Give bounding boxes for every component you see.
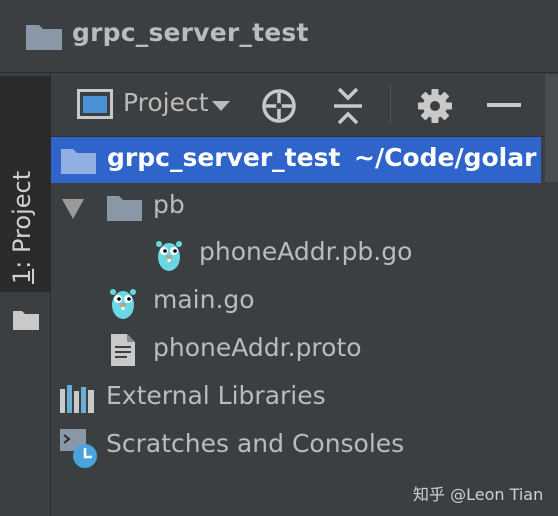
watermark: 知乎 @Leon Tian bbox=[413, 485, 544, 504]
title-bar: grpc_server_test bbox=[0, 0, 558, 73]
collapse-all-icon[interactable] bbox=[330, 87, 366, 125]
root-path: ~/Code/golar bbox=[354, 143, 537, 172]
scrollbar-thumb[interactable] bbox=[545, 74, 558, 182]
gopher-file-icon bbox=[156, 241, 182, 271]
tree-row-main-go[interactable]: main.go bbox=[51, 281, 541, 327]
libraries-icon bbox=[60, 385, 94, 413]
scrollbar-track[interactable] bbox=[541, 137, 558, 516]
chevron-down-icon[interactable] bbox=[212, 101, 230, 111]
tree-row-phoneaddr-pb-go[interactable]: phoneAddr.pb.go bbox=[51, 233, 541, 279]
tree-item-label: phoneAddr.proto bbox=[153, 333, 362, 362]
tree-item-label: main.go bbox=[153, 285, 255, 314]
tree-item-label: phoneAddr.pb.go bbox=[199, 237, 413, 266]
expand-arrow-icon[interactable] bbox=[62, 199, 84, 219]
tree-item-label: External Libraries bbox=[106, 381, 326, 410]
project-tab-label: 1: Project bbox=[8, 170, 36, 284]
project-toolbar: Project bbox=[51, 74, 558, 137]
tree-row-external-libraries[interactable]: External Libraries bbox=[51, 377, 541, 423]
window-title: grpc_server_test bbox=[72, 18, 309, 47]
tree-row-pb[interactable]: pb bbox=[51, 186, 541, 232]
locate-icon[interactable] bbox=[261, 88, 297, 124]
folder-icon bbox=[13, 311, 39, 330]
gopher-file-icon bbox=[110, 289, 136, 319]
folder-icon bbox=[26, 25, 62, 50]
project-view-selector[interactable]: Project bbox=[123, 88, 209, 117]
tree-row-phoneaddr-proto[interactable]: phoneAddr.proto bbox=[51, 329, 541, 375]
tree-item-label: Scratches and Consoles bbox=[106, 429, 405, 458]
root-name: grpc_server_test bbox=[107, 143, 341, 172]
toolbar-separator bbox=[390, 84, 391, 124]
scratches-icon bbox=[60, 429, 97, 468]
text-file-icon bbox=[111, 334, 135, 366]
project-view-icon bbox=[77, 89, 113, 119]
tree-item-label: pb bbox=[153, 190, 185, 219]
tree-row-scratches-consoles[interactable]: Scratches and Consoles bbox=[51, 425, 541, 471]
folder-icon bbox=[107, 196, 142, 221]
tree-root-row[interactable]: grpc_server_test ~/Code/golar bbox=[51, 137, 541, 183]
folder-icon bbox=[61, 149, 96, 174]
project-tool-tab[interactable]: 1: Project bbox=[0, 76, 50, 330]
project-tree: grpc_server_test ~/Code/golar pb phoneAd… bbox=[51, 137, 541, 516]
gear-icon[interactable] bbox=[417, 88, 453, 124]
minimize-icon[interactable] bbox=[487, 103, 521, 109]
